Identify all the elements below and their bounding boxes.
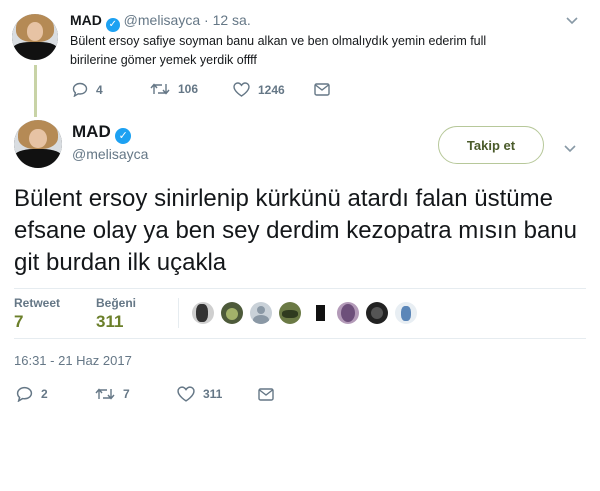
- direct-message-button[interactable]: [314, 83, 330, 96]
- thread-connector-line: [34, 65, 37, 117]
- retweet-stat-label[interactable]: Retweet: [14, 296, 60, 310]
- reply-button[interactable]: 2: [16, 386, 48, 402]
- liker-avatar[interactable]: [279, 302, 301, 324]
- retweet-button[interactable]: 106: [150, 82, 198, 96]
- reply-tweet-header: MAD ✓ @melisayca · 12 sa.: [70, 12, 251, 32]
- like-stat-count[interactable]: 311: [96, 312, 123, 332]
- reply-tweet-text: Bülent ersoy safiye soyman banu alkan ve…: [70, 34, 487, 67]
- liker-avatar[interactable]: [366, 302, 388, 324]
- chevron-down-icon[interactable]: [566, 12, 578, 30]
- tweet-timestamp[interactable]: 16:31 - 21 Haz 2017: [14, 353, 132, 368]
- retweet-icon: [150, 83, 170, 95]
- liker-avatar[interactable]: [192, 302, 214, 324]
- retweet-count: 106: [178, 82, 199, 96]
- heart-icon: [177, 386, 195, 402]
- like-count: 1246: [258, 82, 285, 97]
- verified-badge-icon: ✓: [105, 18, 120, 32]
- divider: [14, 338, 586, 339]
- liker-avatar[interactable]: [395, 302, 417, 324]
- liker-avatar[interactable]: [310, 302, 332, 324]
- retweet-button[interactable]: 7: [95, 387, 130, 401]
- like-button[interactable]: 1246: [233, 82, 285, 97]
- follow-button[interactable]: Takip et: [438, 126, 544, 164]
- reply-icon: [72, 82, 88, 97]
- avatar[interactable]: [12, 14, 58, 60]
- display-name[interactable]: MAD: [72, 122, 111, 141]
- chevron-down-icon[interactable]: [564, 140, 576, 158]
- envelope-icon: [258, 388, 274, 401]
- main-tweet-author: MAD ✓ @melisayca: [72, 122, 148, 162]
- handle[interactable]: @melisayca: [124, 12, 200, 28]
- envelope-icon: [314, 83, 330, 96]
- avatar[interactable]: [14, 120, 62, 168]
- divider: [14, 288, 586, 289]
- timestamp[interactable]: 12 sa.: [213, 12, 251, 28]
- retweet-stat-count[interactable]: 7: [14, 312, 23, 332]
- reply-button[interactable]: 4: [72, 82, 103, 97]
- like-stat-label[interactable]: Beğeni: [96, 296, 136, 310]
- direct-message-button[interactable]: [258, 388, 274, 401]
- reply-count: 4: [96, 82, 103, 97]
- heart-icon: [233, 82, 250, 97]
- like-count: 311: [203, 387, 223, 401]
- separator: ·: [204, 12, 209, 28]
- display-name[interactable]: MAD: [70, 12, 102, 28]
- retweet-icon: [95, 388, 115, 400]
- verified-badge-icon: ✓: [115, 128, 132, 144]
- like-button[interactable]: 311: [177, 386, 222, 402]
- reply-icon: [16, 386, 33, 402]
- handle[interactable]: @melisayca: [72, 146, 148, 162]
- reply-count: 2: [41, 387, 48, 401]
- liker-avatar[interactable]: [337, 302, 359, 324]
- liker-avatar[interactable]: [221, 302, 243, 324]
- stats-separator: [178, 298, 179, 328]
- liker-avatar[interactable]: [250, 302, 272, 324]
- main-tweet-text: Bülent ersoy sinirlenip kürkünü atardı f…: [14, 185, 577, 276]
- retweet-count: 7: [123, 387, 130, 401]
